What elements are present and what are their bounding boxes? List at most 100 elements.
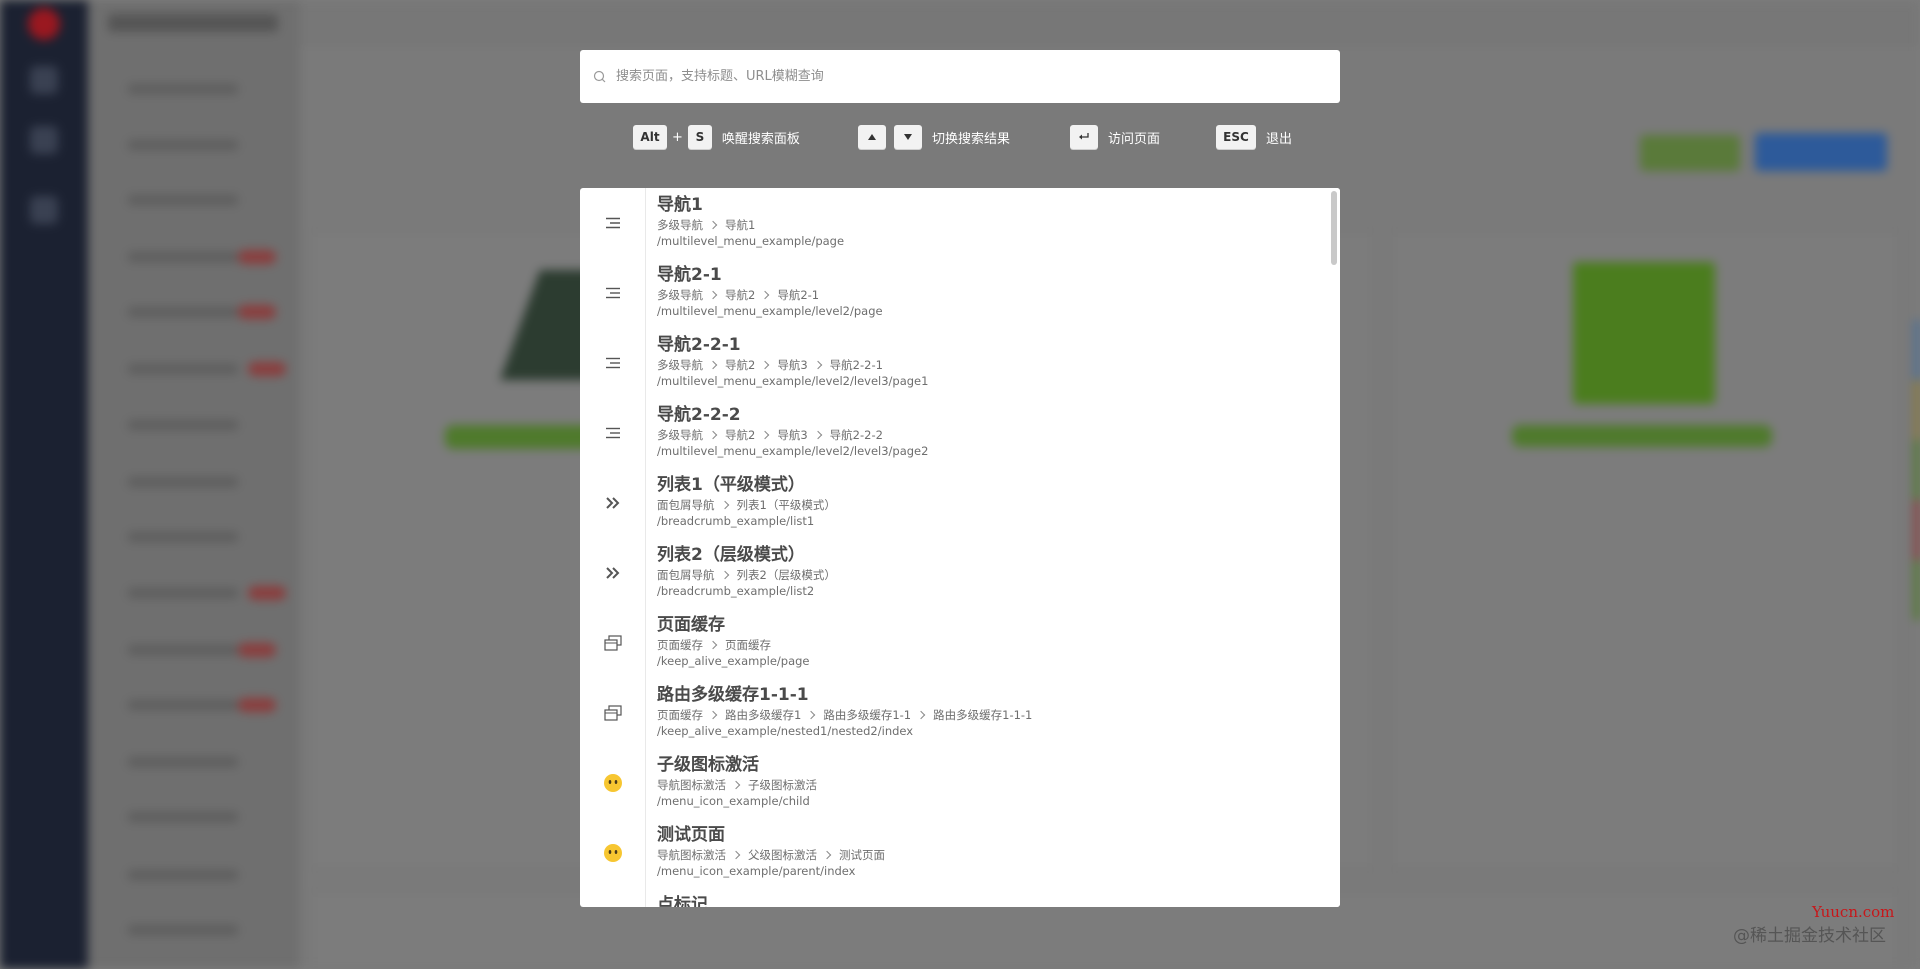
- result-breadcrumb: 页面缓存 页面缓存: [657, 637, 1328, 653]
- result-text: 导航2-1 多级导航 导航2 导航2-1/multilevel_menu_exampl…: [657, 264, 1328, 319]
- result-breadcrumb: 多级导航 导航2 导航2-1: [657, 287, 1328, 303]
- breadcrumb-segment: 路由多级缓存1-1: [823, 708, 912, 722]
- background-decoration: [1573, 262, 1715, 404]
- search-result-item[interactable]: 点标记: [580, 888, 1328, 907]
- result-title: 导航1: [657, 195, 703, 215]
- result-text: 测试页面 导航图标激活 父级图标激活 测试页面/menu_icon_example/p…: [657, 824, 1328, 879]
- result-title: 测试页面: [657, 825, 725, 845]
- breadcrumb-chevron-icon: [822, 850, 832, 860]
- hint-label: 退出: [1266, 131, 1293, 147]
- result-path: /breadcrumb_example/list1: [657, 514, 815, 528]
- search-results-panel: 导航1 多级导航 导航1/multilevel_menu_example/page 导…: [580, 188, 1340, 907]
- breadcrumb-chevron-icon: [731, 850, 741, 860]
- breadcrumb-segment: 导航图标激活: [657, 848, 726, 862]
- hint-plus: +: [672, 129, 683, 145]
- breadcrumb-segment: 多级导航: [657, 288, 703, 302]
- arrow-down-icon: [894, 125, 922, 149]
- breadcrumb-chevron-icon: [708, 220, 718, 230]
- menu-lines-icon: [580, 258, 646, 328]
- result-path: /keep_alive_example/nested1/nested2/inde…: [657, 724, 914, 738]
- menu-lines-icon: [580, 398, 646, 468]
- breadcrumb-segment: 导航1: [725, 218, 756, 232]
- breadcrumb-segment: 列表1（平级模式）: [736, 498, 836, 512]
- breadcrumb-segment: 面包屑导航: [657, 498, 715, 512]
- background-sidebar-title: [108, 14, 278, 32]
- breadcrumb-chevron-icon: [761, 430, 770, 440]
- double-chevron-right-icon: [580, 538, 646, 608]
- search-result-item[interactable]: 子级图标激活 导航图标激活 子级图标激活/menu_icon_example/chi…: [580, 748, 1328, 818]
- breadcrumb-segment: 列表2（层级模式）: [736, 568, 836, 582]
- result-text: 路由多级缓存1-1-1 页面缓存 路由多级缓存1 路由多级缓存1-1 路由多级缓存1-1…: [657, 684, 1328, 739]
- result-path: /multilevel_menu_example/page: [657, 234, 845, 248]
- watermark-credit: @稀土掘金技术社区: [1733, 926, 1886, 946]
- result-breadcrumb: 面包屑导航 列表1（平级模式）: [657, 497, 1328, 513]
- result-title: 子级图标激活: [657, 755, 759, 775]
- result-text: 页面缓存 页面缓存 页面缓存/keep_alive_example/page: [657, 614, 1328, 669]
- menu-lines-icon: [580, 328, 646, 398]
- result-path: /menu_icon_example/parent/index: [657, 864, 856, 878]
- breadcrumb-segment: 多级导航: [657, 358, 703, 372]
- search-result-item[interactable]: 导航2-2-2 多级导航 导航2 导航3 导航2-2-2/multilevel_menu…: [580, 398, 1328, 468]
- key-s: S: [687, 125, 712, 149]
- hint-open-panel: Alt + S 唤醒搜索面板: [633, 125, 800, 149]
- breadcrumb-chevron-icon: [708, 710, 718, 720]
- result-breadcrumb: 导航图标激活 父级图标激活 测试页面: [657, 847, 1328, 863]
- search-result-item[interactable]: 测试页面 导航图标激活 父级图标激活 测试页面/menu_icon_example/p…: [580, 818, 1328, 888]
- breadcrumb-chevron-icon: [720, 570, 729, 580]
- breadcrumb-chevron-icon: [813, 430, 822, 440]
- result-title: 路由多级缓存1-1-1: [657, 685, 809, 705]
- hint-visit-page: 访问页面: [1070, 125, 1160, 149]
- breadcrumb-segment: 导航2: [725, 428, 756, 442]
- breadcrumb-segment: 导航3: [777, 428, 808, 442]
- results-scrollbar[interactable]: [1328, 188, 1340, 907]
- result-path: /breadcrumb_example/list2: [657, 584, 815, 598]
- background-decoration: [1914, 380, 1920, 440]
- breadcrumb-chevron-icon: [916, 710, 926, 720]
- results-scrollbar-thumb[interactable]: [1331, 191, 1337, 265]
- hint-switch-results: 切换搜索结果: [858, 125, 1010, 149]
- breadcrumb-segment: 面包屑导航: [657, 568, 715, 582]
- result-title: 导航2-2-2: [657, 405, 741, 425]
- result-breadcrumb: 多级导航 导航1: [657, 217, 1328, 233]
- breadcrumb-segment: 导航图标激活: [657, 778, 726, 792]
- result-title: 导航2-1: [657, 265, 722, 285]
- search-result-item[interactable]: 导航2-1 多级导航 导航2 导航2-1/multilevel_menu_exampl…: [580, 258, 1328, 328]
- hint-label: 唤醒搜索面板: [721, 131, 800, 147]
- menu-lines-icon: [580, 188, 646, 258]
- background-topbar: [300, 0, 1920, 44]
- result-text: 列表2（层级模式） 面包屑导航 列表2（层级模式） /breadcrumb_examp…: [657, 544, 1328, 599]
- breadcrumb-chevron-icon: [813, 360, 822, 370]
- search-result-item[interactable]: 列表2（层级模式） 面包屑导航 列表2（层级模式） /breadcrumb_examp…: [580, 538, 1328, 608]
- result-title: 点标记: [657, 895, 708, 907]
- arrow-up-icon: [858, 125, 886, 149]
- breadcrumb-segment: 页面缓存: [725, 638, 771, 652]
- search-box[interactable]: [580, 50, 1340, 103]
- result-breadcrumb: 面包屑导航 列表2（层级模式）: [657, 567, 1328, 583]
- background-decoration: [1914, 560, 1920, 620]
- breadcrumb-segment: 导航2-1: [777, 288, 820, 302]
- search-result-item[interactable]: 导航1 多级导航 导航1/multilevel_menu_example/page: [580, 188, 1328, 258]
- search-result-item[interactable]: 路由多级缓存1-1-1 页面缓存 路由多级缓存1 路由多级缓存1-1 路由多级缓存1-1…: [580, 678, 1328, 748]
- background-decoration: [1512, 425, 1772, 447]
- double-chevron-right-icon: [580, 468, 646, 538]
- emoji-face-icon: [580, 888, 646, 907]
- background-rail-item: [30, 196, 58, 224]
- breadcrumb-chevron-icon: [708, 640, 718, 650]
- background-rail-item: [30, 66, 58, 94]
- search-results-list: 导航1 多级导航 导航1/multilevel_menu_example/page 导…: [580, 188, 1328, 907]
- result-title: 列表2（层级模式）: [657, 545, 805, 565]
- search-icon: [592, 69, 608, 85]
- key-esc: ESC: [1216, 125, 1256, 149]
- search-result-item[interactable]: 导航2-2-1 多级导航 导航2 导航3 导航2-2-1/multilevel_menu…: [580, 328, 1328, 398]
- breadcrumb-chevron-icon: [731, 780, 741, 790]
- search-result-item[interactable]: 列表1（平级模式） 面包屑导航 列表1（平级模式） /breadcrumb_examp…: [580, 468, 1328, 538]
- result-path: /multilevel_menu_example/level2/level3/p…: [657, 444, 929, 458]
- search-input[interactable]: [616, 50, 1340, 103]
- search-result-item[interactable]: 页面缓存 页面缓存 页面缓存/keep_alive_example/page: [580, 608, 1328, 678]
- hint-label: 切换搜索结果: [932, 131, 1011, 147]
- background-logo: [28, 8, 60, 40]
- hint-exit: ESC 退出: [1216, 125, 1292, 149]
- breadcrumb-segment: 测试页面: [839, 848, 885, 862]
- breadcrumb-segment: 路由多级缓存1-1-1: [933, 708, 1033, 722]
- breadcrumb-chevron-icon: [761, 290, 770, 300]
